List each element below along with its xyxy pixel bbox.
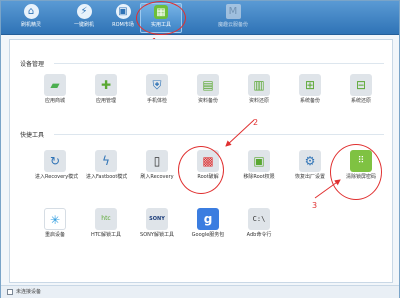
annotation-number-3: 3 (312, 201, 318, 210)
toolbar-home-label: 刷机精灵 (20, 22, 41, 28)
cloud-backup-icon: M (225, 4, 241, 19)
status-text: 未连接设备 (16, 289, 42, 295)
annotation-number-2: 2 (253, 118, 259, 127)
toolbar-cloud-backup-label: 魔趣云服备份 (217, 22, 248, 28)
toolbar-home-button[interactable]: ⌂ 刷机精灵 (6, 3, 56, 33)
arrow-to-clear-lock (314, 179, 341, 199)
home-icon: ⌂ (23, 4, 39, 19)
annotation-arrows (225, 119, 341, 199)
annotation-circle-tools (136, 1, 186, 35)
arrow-to-root (225, 119, 255, 147)
top-toolbar: ⌂ 刷机精灵 ⚡ 一键刷机 ▣ ROM市场 ▦ 实用工具 M 魔趣云服备份 (1, 1, 399, 35)
tools-panel: 设备管理 ▰ 应用商城 ✚ 应用管理 ⛨ 手机体检 ▤ 资料备份 ▥ 资料还原 … (9, 39, 393, 283)
status-checkbox[interactable] (7, 289, 13, 295)
app-window: ⌂ 刷机精灵 ⚡ 一键刷机 ▣ ROM市场 ▦ 实用工具 M 魔趣云服备份 1 … (0, 0, 400, 298)
toolbar-cloud-backup-button[interactable]: M 魔趣云服备份 (199, 3, 267, 33)
flash-icon: ⚡ (76, 4, 92, 19)
rom-market-icon: ▣ (115, 4, 131, 19)
status-bar: 未连接设备 (1, 285, 399, 298)
